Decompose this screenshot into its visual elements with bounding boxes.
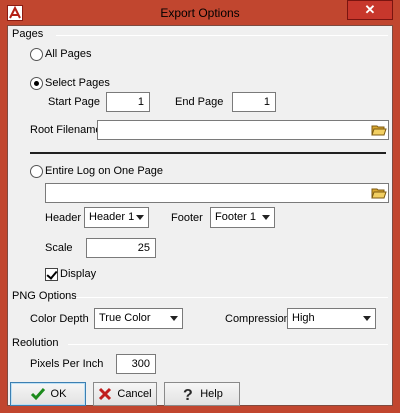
pixels-per-inch-label: Pixels Per Inch: [30, 358, 104, 370]
scale-label: Scale: [45, 242, 73, 254]
x-icon: [98, 387, 112, 401]
footer-select-value: Footer 1: [215, 211, 256, 223]
compression-select[interactable]: High: [287, 308, 376, 329]
display-checkbox[interactable]: [45, 268, 58, 281]
window-title: Export Options: [160, 6, 240, 20]
export-options-window: Export Options ✕ Pages All Pages Select …: [0, 0, 400, 413]
start-page-label: Start Page: [48, 96, 100, 108]
header-select[interactable]: Header 1: [84, 207, 149, 228]
color-depth-select[interactable]: True Color: [94, 308, 183, 329]
pages-section-title: Pages: [12, 28, 44, 40]
display-label[interactable]: Display: [60, 268, 96, 280]
footer-label: Footer: [171, 212, 203, 224]
entire-log-label[interactable]: Entire Log on One Page: [45, 165, 163, 177]
chevron-down-icon: [363, 316, 371, 321]
footer-select[interactable]: Footer 1: [210, 207, 275, 228]
entire-log-radio[interactable]: [30, 165, 43, 178]
compression-select-value: High: [292, 312, 315, 324]
ok-button[interactable]: OK: [10, 382, 86, 406]
close-button[interactable]: ✕: [347, 0, 393, 20]
ok-button-label: OK: [50, 388, 67, 400]
all-pages-label[interactable]: All Pages: [45, 48, 91, 60]
help-button-label: Help: [200, 388, 223, 400]
png-section-separator: [76, 297, 388, 298]
pixels-per-inch-input[interactable]: 300: [116, 354, 156, 374]
entire-log-path-input[interactable]: [45, 183, 389, 203]
end-page-input[interactable]: 1: [232, 92, 276, 112]
root-filename-label: Root Filename: [30, 124, 102, 136]
svg-text:?: ?: [183, 387, 193, 402]
dialog-body: Pages All Pages Select Pages Start Page …: [7, 25, 393, 406]
cancel-button[interactable]: Cancel: [93, 382, 157, 406]
select-pages-label[interactable]: Select Pages: [45, 77, 110, 89]
header-select-value: Header 1: [89, 211, 135, 223]
cancel-button-label: Cancel: [117, 388, 152, 400]
png-options-section-title: PNG Options: [12, 290, 77, 302]
chevron-down-icon: [170, 316, 178, 321]
select-pages-radio[interactable]: [30, 77, 43, 90]
checkmark-icon: [30, 387, 46, 401]
title-bar[interactable]: Export Options ✕: [0, 0, 400, 26]
compression-label: Compression: [225, 313, 290, 325]
chevron-down-icon: [136, 215, 144, 220]
scale-input[interactable]: 25: [86, 238, 156, 258]
close-icon: ✕: [364, 2, 376, 17]
section-divider: [30, 152, 386, 154]
help-button[interactable]: ? Help: [164, 382, 240, 406]
pages-section-separator: [56, 35, 388, 36]
folder-open-icon[interactable]: [371, 123, 387, 137]
folder-open-icon[interactable]: [371, 186, 387, 200]
root-filename-input[interactable]: [97, 120, 389, 140]
color-depth-label: Color Depth: [30, 313, 89, 325]
end-page-label: End Page: [175, 96, 224, 108]
question-mark-icon: ?: [181, 386, 195, 402]
color-depth-select-value: True Color: [99, 312, 151, 324]
header-label: Header: [45, 212, 82, 224]
start-page-input[interactable]: 1: [106, 92, 150, 112]
resolution-section-title: Reolution: [12, 337, 59, 349]
all-pages-radio[interactable]: [30, 48, 43, 61]
resolution-section-separator: [68, 344, 388, 345]
chevron-down-icon: [262, 215, 270, 220]
